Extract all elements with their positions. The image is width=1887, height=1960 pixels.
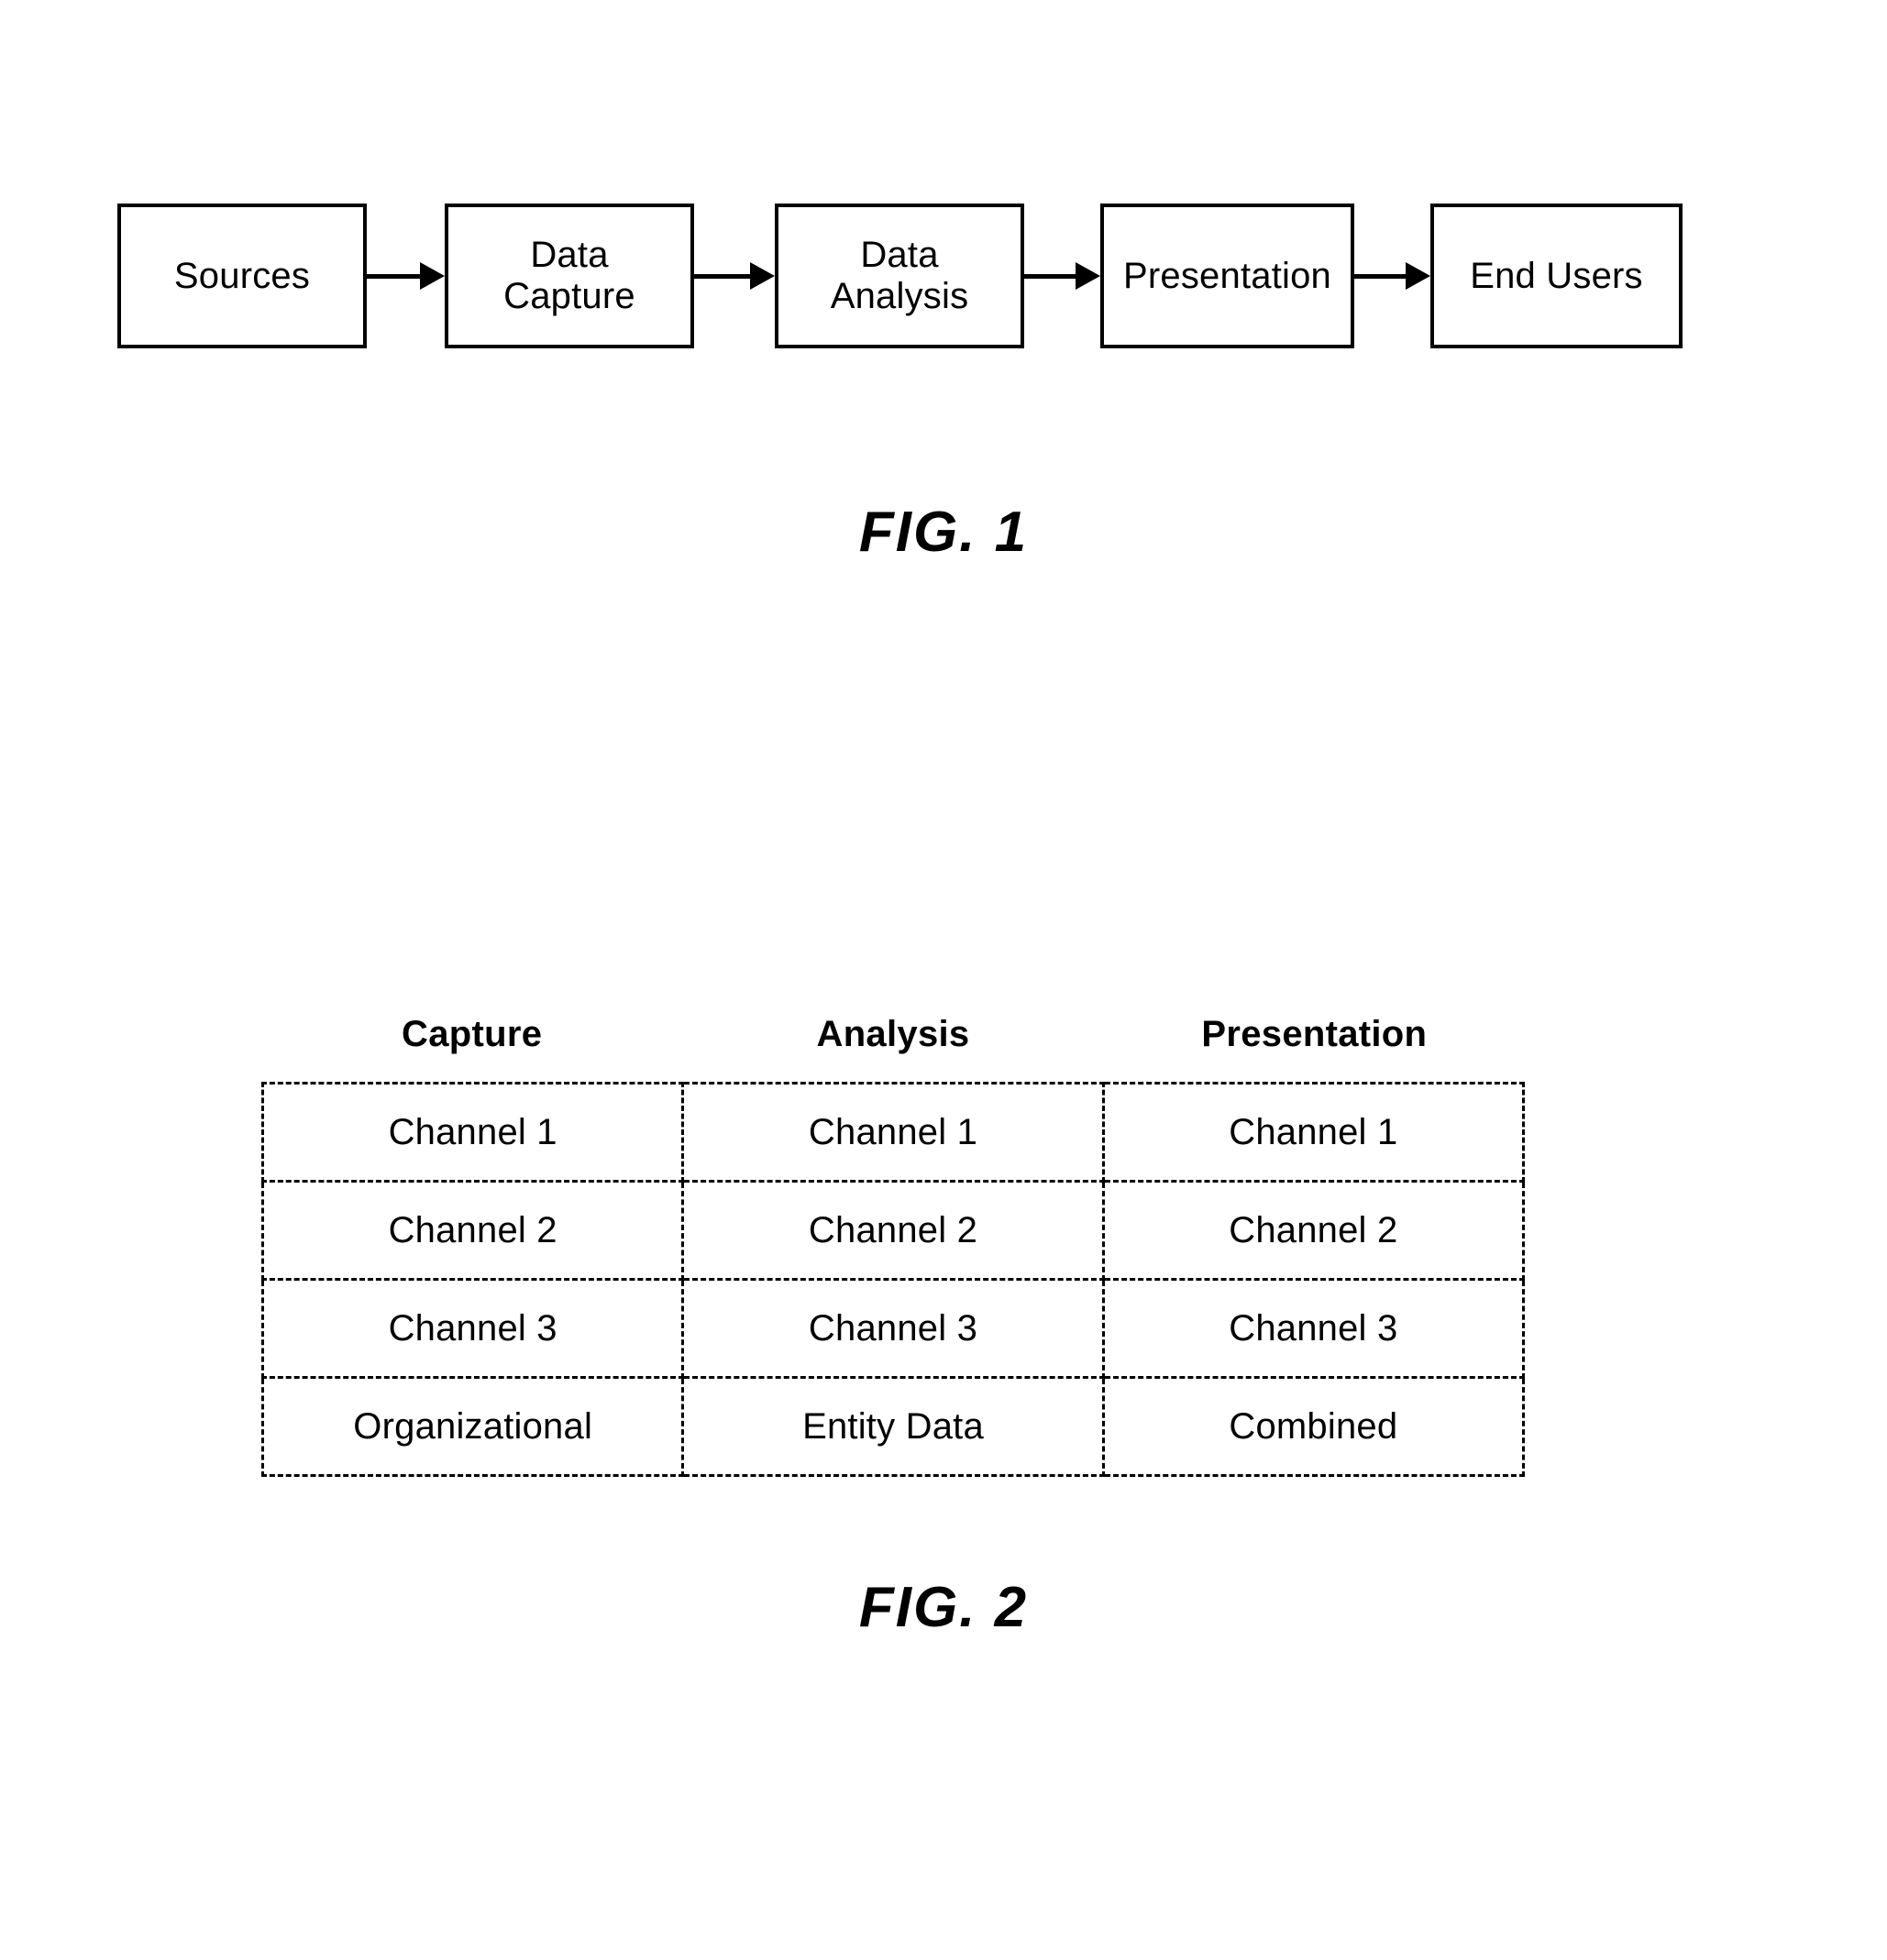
figure-2-table-body: Channel 1 Channel 1 Channel 1 Channel 2 Chan… [260,1082,1526,1477]
figure-2-table: Channel 1 Channel 1 Channel 1 Channel 2 Chan… [260,1082,1526,1477]
table-cell: Combined [1101,1376,1526,1477]
column-header-1: Analysis [816,1014,970,1054]
table-cell: Entity Data [681,1376,1105,1477]
arrow-shaft-icon [367,274,421,279]
column-header-0: Capture [402,1014,543,1054]
flow-node-label: Presentation [1123,255,1331,296]
table-cell: Channel 1 [260,1082,685,1183]
figure-1-flow-diagram: Sources Data Capture Data Analysis Presenta… [117,204,1683,348]
figure-2-caption: FIG. 2 [858,1576,1029,1639]
table-row: Organizational Entity Data Combined [260,1376,1526,1477]
arrow-shaft-icon [1024,274,1076,279]
figure-1-caption: FIG. 1 [858,501,1029,564]
flow-node-label: Sources [173,255,311,296]
flow-node-3: Presentation [1100,204,1354,348]
table-cell: Channel 3 [1101,1278,1526,1379]
table-cell: Channel 2 [1101,1180,1526,1281]
flow-node-label: Data Analysis [830,235,969,316]
table-row: Channel 3 Channel 3 Channel 3 [260,1278,1526,1379]
flow-node-4: End Users [1430,204,1683,348]
table-cell: Channel 3 [260,1278,685,1379]
arrow-shaft-icon [1354,274,1407,279]
table-cell: Channel 3 [681,1278,1105,1379]
table-row: Channel 1 Channel 1 Channel 1 [260,1082,1526,1183]
table-cell: Channel 2 [681,1180,1105,1281]
table-cell: Channel 2 [260,1180,685,1281]
table-cell: Channel 1 [1101,1082,1526,1183]
table-row: Channel 2 Channel 2 Channel 2 [260,1180,1526,1281]
table-cell: Organizational [260,1376,685,1477]
column-header-2: Presentation [1201,1014,1428,1054]
figure-2-column-headers: Capture Analysis Presentation [261,1016,1525,1073]
arrow-head-icon [750,262,775,290]
arrow-shaft-icon [694,274,751,279]
arrow-head-icon [1076,262,1100,290]
flow-node-0: Sources [117,204,367,348]
flow-node-2: Data Analysis [775,204,1024,348]
arrow-head-icon [1406,262,1430,290]
figure-2-table-block: Capture Analysis Presentation Channel 1 Cha… [260,1016,1526,1477]
table-cell: Channel 1 [681,1082,1105,1183]
arrow-head-icon [420,262,445,290]
flow-node-label: Data Capture [503,235,635,316]
flow-node-1: Data Capture [445,204,694,348]
flow-node-label: End Users [1470,255,1643,296]
